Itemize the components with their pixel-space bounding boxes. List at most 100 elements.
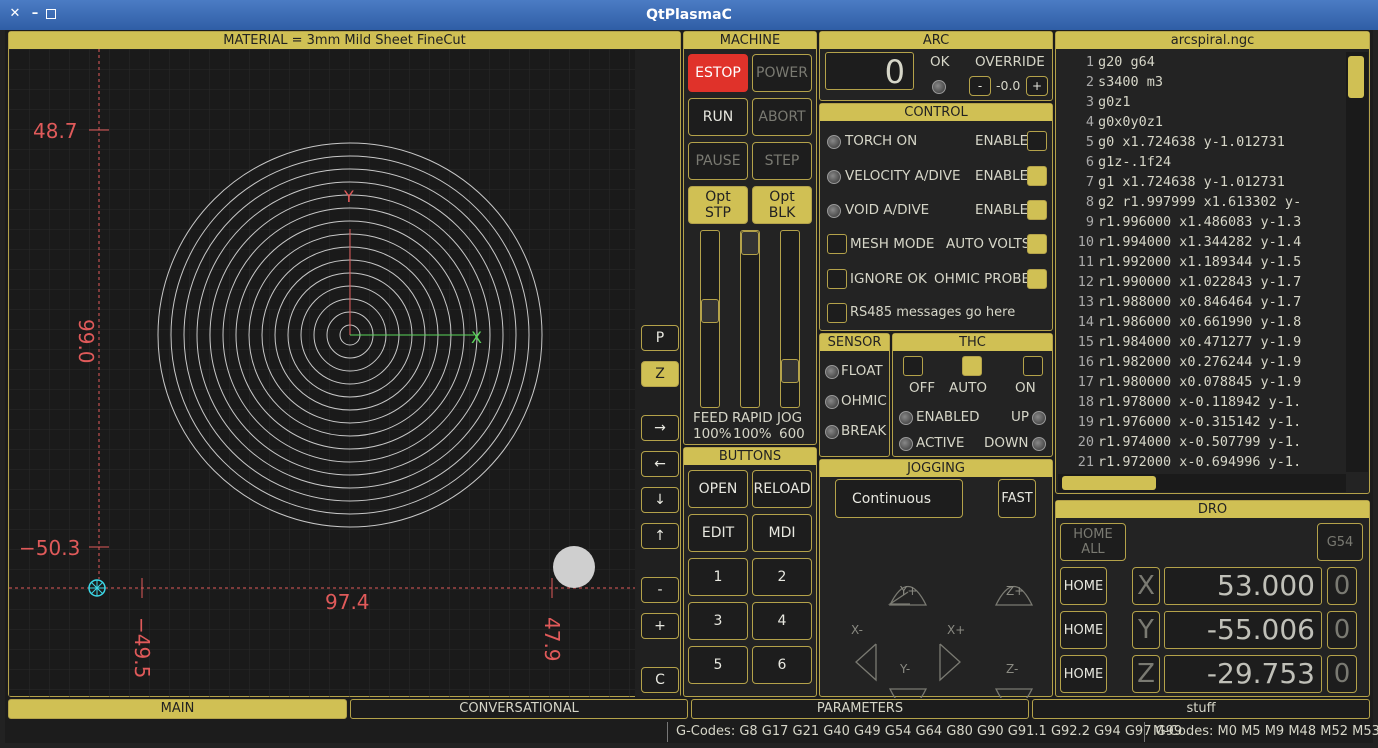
minimize-icon[interactable]: – — [28, 7, 42, 21]
user-button-4[interactable]: 4 — [752, 602, 812, 640]
tab-stuff[interactable]: stuff — [1032, 699, 1370, 719]
ohmic-label: OHMIC — [841, 393, 887, 409]
tab-conversational[interactable]: CONVERSATIONAL — [350, 699, 688, 719]
override-plus-button[interactable]: + — [1026, 76, 1048, 96]
x-axis-label: X — [471, 328, 482, 347]
opt-stop-button[interactable]: Opt STP — [688, 186, 748, 224]
edit-button[interactable]: EDIT — [688, 514, 748, 552]
thc-on-radio[interactable] — [1023, 356, 1043, 376]
gcode-preview-canvas[interactable]: Y X 48.7 −50.3 97.4 99.0 −49.5 47.9 — [9, 49, 635, 697]
home-all-button[interactable]: HOME ALL — [1060, 523, 1126, 561]
hscroll-handle[interactable] — [1062, 476, 1156, 490]
gcode-line[interactable]: 9 r1.996000 x1.486083 y-1.3 — [1056, 212, 1344, 232]
tab-main[interactable]: MAIN — [8, 699, 347, 719]
close-icon[interactable]: ✕ — [8, 7, 22, 21]
mdi-button[interactable]: MDI — [752, 514, 812, 552]
zoom-in-button[interactable]: + — [641, 613, 679, 639]
rs485-checkbox[interactable] — [827, 303, 847, 323]
gcode-line[interactable]: 14 r1.986000 x0.661990 y-1.8 — [1056, 312, 1344, 332]
gcode-editor[interactable]: 1 g20 g64 2 s3400 m3 3 g0z1 4 g0x0y0z1 5 g0 x1.72… — [1056, 52, 1344, 472]
line-number: 18 — [1077, 394, 1094, 410]
gcode-line[interactable]: 13 r1.988000 x0.846464 y-1.7 — [1056, 292, 1344, 312]
estop-button[interactable]: ESTOP — [688, 54, 748, 92]
jog-zplus-label[interactable]: Z+ — [1006, 584, 1024, 598]
y-offset-select[interactable]: 0 — [1327, 611, 1357, 649]
home-z-button[interactable]: HOME — [1060, 655, 1107, 693]
wcs-select[interactable]: G54 — [1317, 523, 1363, 561]
rapid-slider[interactable] — [740, 230, 760, 408]
preview-p-button[interactable]: P — [641, 325, 679, 351]
pan-left-button[interactable]: ← — [641, 451, 679, 477]
home-y-button[interactable]: HOME — [1060, 611, 1107, 649]
gcode-line[interactable]: 6 g1z-.1f24 — [1056, 152, 1344, 172]
velocity-enable-checkbox[interactable] — [1027, 166, 1047, 186]
gcode-line[interactable]: 15 r1.984000 x0.471277 y-1.9 — [1056, 332, 1344, 352]
thc-auto-radio[interactable] — [962, 356, 982, 376]
gcode-line[interactable]: 17 r1.980000 x0.078845 y-1.9 — [1056, 372, 1344, 392]
pan-up-button[interactable]: ↑ — [641, 523, 679, 549]
jog-xminus-label[interactable]: X- — [851, 623, 863, 637]
jog-slider[interactable] — [780, 230, 800, 408]
open-button[interactable]: OPEN — [688, 470, 748, 508]
gcode-line[interactable]: 2 s3400 m3 — [1056, 72, 1344, 92]
step-button[interactable]: STEP — [752, 142, 812, 180]
maximize-icon[interactable] — [46, 9, 56, 19]
clear-preview-button[interactable]: C — [641, 667, 679, 693]
gcode-line[interactable]: 16 r1.982000 x0.276244 y-1.9 — [1056, 352, 1344, 372]
feed-slider-handle[interactable] — [701, 299, 719, 323]
ohmic-probe-checkbox[interactable] — [1027, 269, 1047, 289]
gcode-line[interactable]: 8 g2 r1.997999 x1.613302 y- — [1056, 192, 1344, 212]
jog-yminus-label[interactable]: Y- — [900, 662, 910, 676]
break-led — [825, 425, 839, 439]
line-text: s3400 m3 — [1098, 74, 1164, 90]
gcode-line[interactable]: 5 g0 x1.724638 y-1.012731 — [1056, 132, 1344, 152]
gcode-hscrollbar[interactable] — [1058, 474, 1346, 492]
vscroll-handle[interactable] — [1348, 56, 1364, 98]
user-button-2[interactable]: 2 — [752, 558, 812, 596]
gcode-vscrollbar[interactable] — [1346, 52, 1368, 472]
user-button-1[interactable]: 1 — [688, 558, 748, 596]
jog-xplus-label[interactable]: X+ — [947, 623, 965, 637]
opt-block-button[interactable]: Opt BLK — [752, 186, 812, 224]
gcode-line[interactable]: 3 g0z1 — [1056, 92, 1344, 112]
gcode-line[interactable]: 11 r1.992000 x1.189344 y-1.5 — [1056, 252, 1344, 272]
home-x-button[interactable]: HOME — [1060, 567, 1107, 605]
gcode-line[interactable]: 10 r1.994000 x1.344282 y-1.4 — [1056, 232, 1344, 252]
gcode-line[interactable]: 18 r1.978000 x-0.118942 y-1. — [1056, 392, 1344, 412]
gcode-line[interactable]: 7 g1 x1.724638 y-1.012731 — [1056, 172, 1344, 192]
thc-off-radio[interactable] — [903, 356, 923, 376]
pan-right-button[interactable]: → — [641, 415, 679, 441]
tab-parameters[interactable]: PARAMETERS — [691, 699, 1029, 719]
reload-button[interactable]: RELOAD — [752, 470, 812, 508]
pause-button[interactable]: PAUSE — [688, 142, 748, 180]
mesh-mode-checkbox[interactable] — [827, 234, 847, 254]
user-button-6[interactable]: 6 — [752, 646, 812, 684]
abort-button[interactable]: ABORT — [752, 98, 812, 136]
gcode-line[interactable]: 21 r1.972000 x-0.694996 y-1. — [1056, 452, 1344, 472]
gcode-line[interactable]: 19 r1.976000 x-0.315142 y-1. — [1056, 412, 1344, 432]
ignore-ok-checkbox[interactable] — [827, 269, 847, 289]
pan-down-button[interactable]: ↓ — [641, 487, 679, 513]
auto-volts-checkbox[interactable] — [1027, 234, 1047, 254]
jog-yplus-label[interactable]: Y+ — [900, 584, 917, 598]
power-button[interactable]: POWER — [752, 54, 812, 92]
preview-z-button[interactable]: Z — [641, 361, 679, 387]
zoom-out-button[interactable]: - — [641, 577, 679, 603]
torch-enable-checkbox[interactable] — [1027, 131, 1047, 151]
user-button-5[interactable]: 5 — [688, 646, 748, 684]
jog-zminus-label[interactable]: Z- — [1006, 662, 1018, 676]
rapid-slider-handle[interactable] — [741, 231, 759, 255]
override-minus-button[interactable]: - — [969, 76, 991, 96]
z-offset-select[interactable]: 0 — [1327, 655, 1357, 693]
gcode-line[interactable]: 1 g20 g64 — [1056, 52, 1344, 72]
void-enable-checkbox[interactable] — [1027, 200, 1047, 220]
x-offset-select[interactable]: 0 — [1327, 567, 1357, 605]
run-button[interactable]: RUN — [688, 98, 748, 136]
gcode-line[interactable]: 4 g0x0y0z1 — [1056, 112, 1344, 132]
thc-auto-label: AUTO — [949, 380, 987, 396]
jog-slider-handle[interactable] — [781, 359, 799, 383]
feed-slider[interactable] — [700, 230, 720, 408]
gcode-line[interactable]: 20 r1.974000 x-0.507799 y-1. — [1056, 432, 1344, 452]
gcode-line[interactable]: 12 r1.990000 x1.022843 y-1.7 — [1056, 272, 1344, 292]
user-button-3[interactable]: 3 — [688, 602, 748, 640]
